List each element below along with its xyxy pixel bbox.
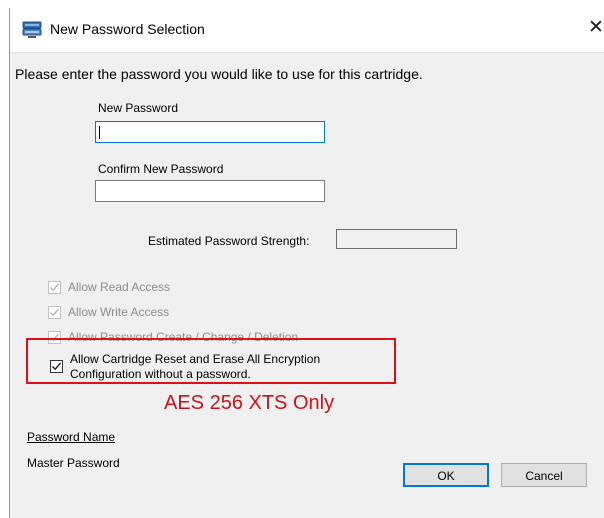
- drive-network-icon: [22, 21, 42, 39]
- new-password-input[interactable]: [95, 121, 325, 143]
- checkbox-box: [50, 360, 63, 373]
- instruction-text: Please enter the password you would like…: [15, 66, 423, 82]
- window-title: New Password Selection: [50, 21, 205, 37]
- reset-erase-label-line2: Configuration without a password.: [70, 367, 251, 381]
- ok-button[interactable]: OK: [403, 463, 489, 487]
- checkmark-icon: [50, 283, 60, 292]
- reset-erase-label-line1: Allow Cartridge Reset and Erase All Encr…: [70, 352, 321, 366]
- checkbox-box: [48, 306, 61, 319]
- checkmark-icon: [50, 308, 60, 317]
- strength-meter: [336, 229, 457, 249]
- read-access-label: Allow Read Access: [68, 280, 171, 294]
- title-bar: New Password Selection ✕: [10, 8, 604, 52]
- new-password-label: New Password: [98, 101, 179, 115]
- checkmark-icon: [52, 362, 62, 371]
- write-access-label: Allow Write Access: [68, 305, 170, 319]
- aes-annotation: AES 256 XTS Only: [164, 392, 335, 414]
- confirm-password-input[interactable]: [95, 180, 325, 202]
- text-caret: [99, 126, 100, 139]
- cancel-button[interactable]: Cancel: [501, 463, 587, 487]
- confirm-password-label: Confirm New Password: [98, 162, 224, 176]
- password-name-heading: Password Name: [27, 430, 116, 444]
- password-name-value: Master Password: [27, 456, 120, 470]
- strength-label: Estimated Password Strength:: [148, 234, 310, 248]
- close-icon[interactable]: ✕: [587, 17, 604, 39]
- checkbox-box: [48, 281, 61, 294]
